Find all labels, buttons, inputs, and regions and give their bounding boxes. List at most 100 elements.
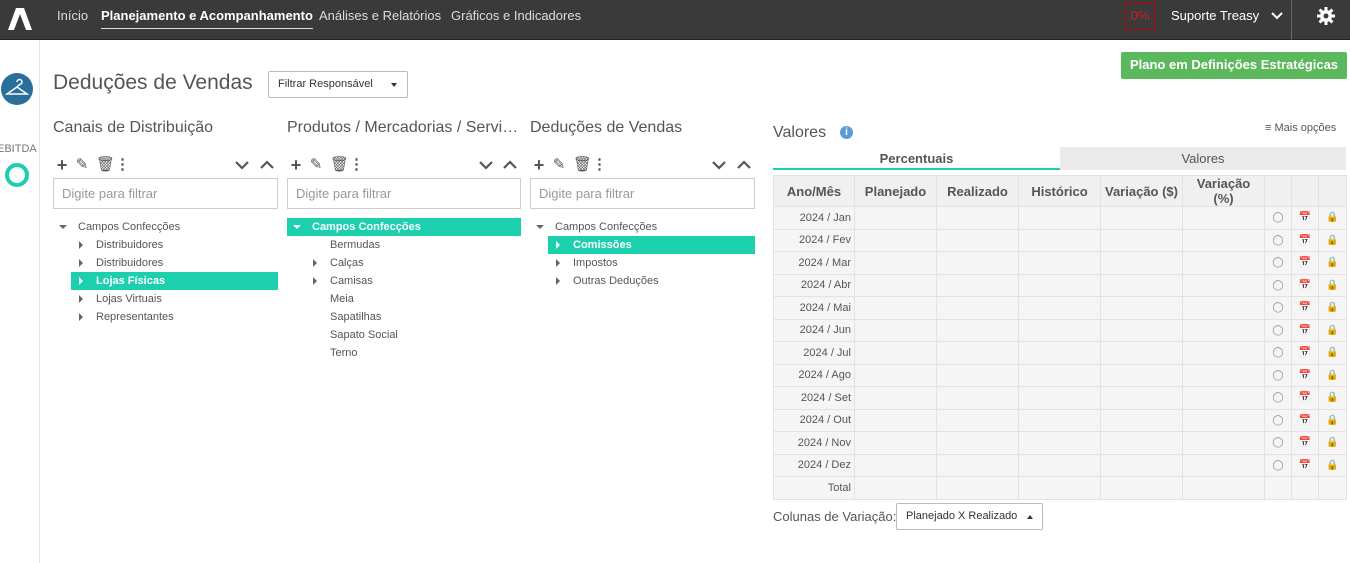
value-cell[interactable]	[854, 408, 937, 432]
info-icon[interactable]: i	[840, 126, 853, 139]
filter-input[interactable]: Digite para filtrar	[287, 178, 521, 209]
add-icon[interactable]: +	[55, 156, 69, 174]
expand-icon[interactable]	[556, 277, 560, 285]
value-cell[interactable]	[854, 363, 937, 387]
tree-item[interactable]: Campos Confecções	[530, 218, 755, 236]
tree-item-selected[interactable]: Lojas Físicas	[71, 272, 278, 290]
value-cell[interactable]	[936, 251, 1019, 275]
expand-icon[interactable]	[79, 295, 83, 303]
calendar-icon[interactable]: 📅	[1291, 318, 1319, 342]
rail-label[interactable]: EBITDA	[0, 143, 37, 155]
value-cell[interactable]	[1018, 453, 1101, 477]
expand-icon[interactable]	[313, 277, 317, 285]
lock-icon[interactable]: 🔒	[1318, 228, 1347, 252]
comment-icon[interactable]: ◯	[1264, 341, 1292, 365]
tab-valores[interactable]: Valores	[1060, 147, 1346, 170]
tree-item[interactable]: Distribuidores	[71, 236, 278, 254]
value-cell[interactable]	[936, 273, 1019, 297]
value-cell[interactable]	[854, 296, 937, 320]
value-cell[interactable]	[1018, 206, 1101, 230]
lock-icon[interactable]: 🔒	[1318, 408, 1347, 432]
value-cell[interactable]	[1182, 251, 1265, 275]
calendar-icon[interactable]: 📅	[1291, 251, 1319, 275]
comment-icon[interactable]: ◯	[1264, 296, 1292, 320]
value-cell[interactable]	[1182, 408, 1265, 432]
expand-icon[interactable]	[313, 259, 317, 267]
tab-percentuais[interactable]: Percentuais	[773, 147, 1060, 170]
comment-icon[interactable]: ◯	[1264, 386, 1292, 410]
value-cell[interactable]	[936, 408, 1019, 432]
value-cell[interactable]	[1018, 228, 1101, 252]
lock-icon[interactable]: 🔒	[1318, 318, 1347, 342]
value-cell[interactable]	[936, 386, 1019, 410]
value-cell[interactable]	[1182, 273, 1265, 297]
value-cell[interactable]	[936, 363, 1019, 387]
value-cell[interactable]	[1182, 206, 1265, 230]
value-cell[interactable]	[1100, 341, 1183, 365]
calendar-icon[interactable]: 📅	[1291, 386, 1319, 410]
lock-icon[interactable]: 🔒	[1318, 431, 1347, 455]
tree-item[interactable]: Bermudas	[305, 236, 521, 254]
add-icon[interactable]: +	[532, 156, 546, 174]
value-cell[interactable]	[936, 228, 1019, 252]
expand-icon[interactable]	[79, 277, 83, 285]
value-cell[interactable]	[1018, 251, 1101, 275]
trash-icon[interactable]: 🗑	[96, 156, 115, 174]
hanger-icon[interactable]	[1, 73, 33, 105]
value-cell[interactable]	[854, 318, 937, 342]
pencil-icon[interactable]: ✎	[75, 156, 89, 174]
pencil-icon[interactable]: ✎	[309, 156, 323, 174]
value-cell[interactable]	[1018, 273, 1101, 297]
comment-icon[interactable]: ◯	[1264, 431, 1292, 455]
tree-item[interactable]: Outras Deduções	[548, 272, 755, 290]
colunas-variacao-dropdown[interactable]: Planejado X Realizado	[896, 503, 1043, 530]
value-cell[interactable]	[1018, 318, 1101, 342]
calendar-icon[interactable]: 📅	[1291, 431, 1319, 455]
calendar-icon[interactable]: 📅	[1291, 296, 1319, 320]
expand-icon[interactable]	[556, 259, 560, 267]
value-cell[interactable]	[1182, 341, 1265, 365]
more-vertical-icon[interactable]: ⋮	[349, 156, 364, 174]
value-cell[interactable]	[936, 296, 1019, 320]
value-cell[interactable]	[1018, 363, 1101, 387]
lock-icon[interactable]: 🔒	[1318, 363, 1347, 387]
trash-icon[interactable]: 🗑	[573, 156, 592, 174]
collapse-icon[interactable]	[59, 225, 67, 229]
more-vertical-icon[interactable]: ⋮	[592, 156, 607, 174]
tree-item-selected[interactable]: Comissões	[548, 236, 755, 254]
value-cell[interactable]	[1018, 386, 1101, 410]
tree-item[interactable]: Representantes	[71, 308, 278, 326]
expand-icon[interactable]	[79, 241, 83, 249]
tree-item[interactable]: Sapatilhas	[305, 308, 521, 326]
value-cell[interactable]	[854, 228, 937, 252]
value-cell[interactable]	[1018, 296, 1101, 320]
chevron-down-icon[interactable]	[479, 156, 493, 174]
value-cell[interactable]	[936, 431, 1019, 455]
value-cell[interactable]	[1100, 386, 1183, 410]
value-cell[interactable]	[1100, 296, 1183, 320]
value-cell[interactable]	[1018, 431, 1101, 455]
value-cell[interactable]	[854, 453, 937, 477]
calendar-icon[interactable]: 📅	[1291, 408, 1319, 432]
app-logo-icon[interactable]	[0, 0, 40, 40]
more-options-link[interactable]: ≡ Mais opções	[1265, 122, 1336, 134]
tree-item[interactable]: Distribuidores	[71, 254, 278, 272]
value-cell[interactable]	[936, 453, 1019, 477]
lock-icon[interactable]: 🔒	[1318, 273, 1347, 297]
lock-icon[interactable]: 🔒	[1318, 341, 1347, 365]
lock-icon[interactable]: 🔒	[1318, 296, 1347, 320]
gear-icon[interactable]	[1316, 6, 1336, 26]
chevron-down-icon[interactable]	[1271, 11, 1283, 21]
value-cell[interactable]	[1100, 206, 1183, 230]
comment-icon[interactable]: ◯	[1264, 318, 1292, 342]
tree-item[interactable]: Meia	[305, 290, 521, 308]
value-cell[interactable]	[1018, 408, 1101, 432]
tree-item[interactable]: Impostos	[548, 254, 755, 272]
chevron-down-icon[interactable]	[235, 156, 249, 174]
trash-icon[interactable]: 🗑	[330, 156, 349, 174]
comment-icon[interactable]: ◯	[1264, 408, 1292, 432]
calendar-icon[interactable]: 📅	[1291, 453, 1319, 477]
more-vertical-icon[interactable]: ⋮	[115, 156, 130, 174]
lock-icon[interactable]: 🔒	[1318, 251, 1347, 275]
calendar-icon[interactable]: 📅	[1291, 341, 1319, 365]
